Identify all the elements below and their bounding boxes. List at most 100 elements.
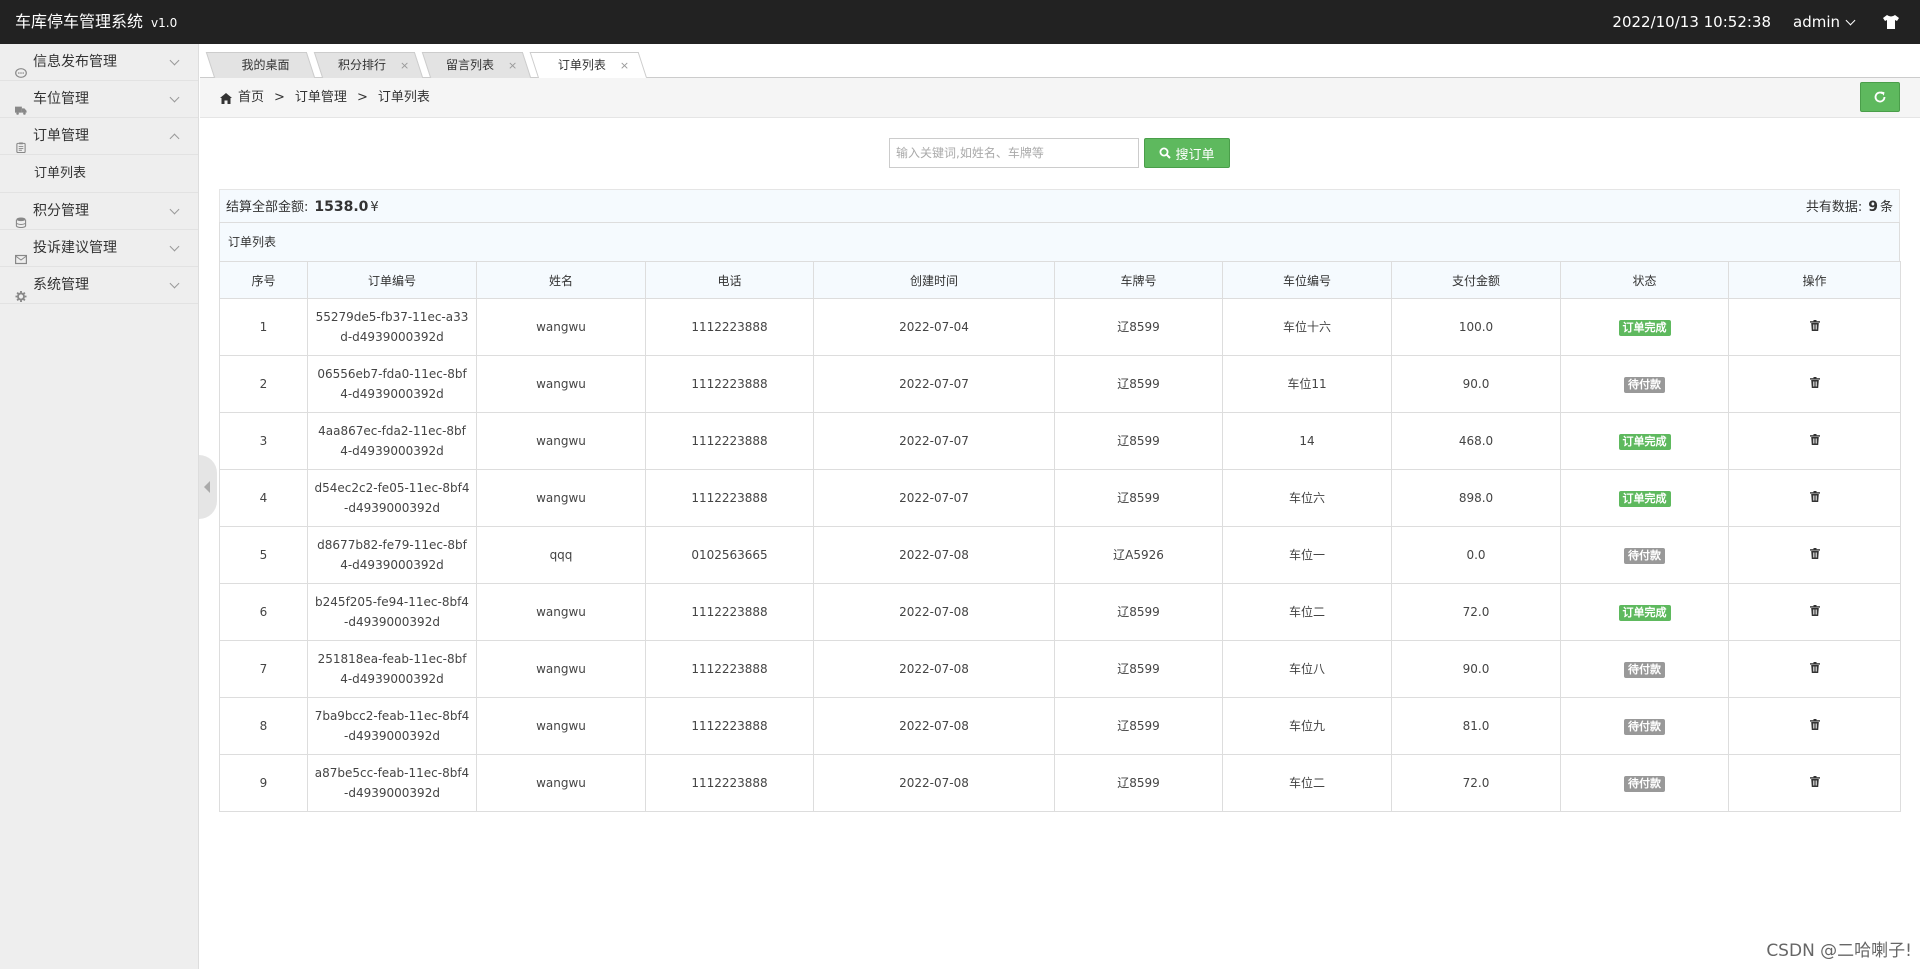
- column-header: 车位编号: [1222, 261, 1392, 299]
- search-orders-button[interactable]: 搜订单: [1144, 138, 1230, 168]
- created-time: 2022-07-07: [899, 434, 969, 448]
- refresh-icon: [1874, 91, 1886, 103]
- created-time: 2022-07-08: [899, 548, 969, 562]
- status-cell: 待付款: [1560, 355, 1729, 413]
- tab-points-rank[interactable]: 积分排行 ×: [313, 52, 424, 78]
- order-number: 7ba9bcc2-feab-11ec-8bf4-d4939000392d: [314, 709, 470, 743]
- created-time-cell: 2022-07-04: [813, 298, 1055, 356]
- space-number: 车位六: [1288, 491, 1325, 505]
- pay-amount: 72.0: [1462, 776, 1490, 790]
- sidebar-collapse-handle[interactable]: [199, 455, 217, 519]
- tab-messages[interactable]: 留言列表 ×: [421, 52, 532, 78]
- delete-button[interactable]: [1809, 548, 1820, 562]
- delete-button[interactable]: [1809, 776, 1820, 790]
- sidebar-item-orders[interactable]: 订单管理: [0, 118, 198, 155]
- delete-button[interactable]: [1809, 719, 1820, 733]
- refresh-button[interactable]: [1860, 82, 1900, 112]
- status-badge: 订单完成: [1618, 605, 1671, 621]
- trash-icon: [1809, 719, 1820, 730]
- top-header: 车库停车管理系统 v1.0 2022/10/13 10:52:38 admin: [0, 0, 1920, 44]
- tab-order-list[interactable]: 订单列表 ×: [529, 52, 648, 79]
- chevron-down-icon: [1845, 15, 1856, 25]
- delete-button[interactable]: [1809, 491, 1820, 505]
- envelope-icon: [15, 243, 28, 265]
- delete-button[interactable]: [1809, 605, 1820, 619]
- tab-inner: 我的桌面: [211, 53, 310, 77]
- phone: 1112223888: [691, 320, 768, 334]
- pay-amount-cell: 81.0: [1391, 697, 1561, 755]
- customer-name: wangwu: [536, 605, 586, 619]
- order-number: 251818ea-feab-11ec-8bf4-d4939000392d: [317, 652, 467, 686]
- breadcrumb-home[interactable]: 首页: [238, 78, 264, 118]
- plate-number-cell: 辽8599: [1054, 298, 1223, 356]
- delete-button[interactable]: [1809, 434, 1820, 448]
- status-cell: 待付款: [1560, 640, 1729, 698]
- table-header-row: 序号 订单编号 姓名 电话 创建时间 车牌号 车位编号 支付金额 状态 操作: [219, 261, 1901, 299]
- close-icon[interactable]: ×: [620, 59, 629, 72]
- close-icon[interactable]: ×: [508, 59, 517, 72]
- trash-icon: [1809, 548, 1820, 559]
- sidebar-item-points[interactable]: 积分管理: [0, 193, 198, 230]
- sidebar-subitem-order-list[interactable]: 订单列表: [0, 155, 198, 192]
- sidebar-item-news[interactable]: 信息发布管理: [0, 44, 198, 81]
- phone-cell: 1112223888: [645, 469, 814, 527]
- delete-button[interactable]: [1809, 662, 1820, 676]
- sidebar-item-label: 投诉建议管理: [33, 240, 117, 256]
- breadcrumb-separator: >: [274, 90, 285, 105]
- column-header: 操作: [1728, 261, 1901, 299]
- row-index-cell: 4: [219, 469, 308, 527]
- actions-cell: [1728, 526, 1901, 584]
- column-header: 姓名: [476, 261, 646, 299]
- search-input[interactable]: [889, 138, 1139, 168]
- breadcrumb-bar: 首页 > 订单管理 > 订单列表: [200, 78, 1920, 118]
- tab-label: 我的桌面: [241, 58, 290, 72]
- sidebar-item-parking[interactable]: 车位管理: [0, 81, 198, 118]
- currency-symbol: ¥: [370, 200, 379, 215]
- actions-cell: [1728, 355, 1901, 413]
- customer-name-cell: wangwu: [476, 412, 646, 470]
- breadcrumb-orders[interactable]: 订单管理: [295, 78, 347, 118]
- truck-icon: [15, 94, 27, 115]
- status-badge: 待付款: [1624, 776, 1665, 792]
- column-header: 支付金额: [1391, 261, 1561, 299]
- space-number: 车位十六: [1282, 320, 1331, 334]
- trash-icon: [1809, 377, 1820, 388]
- order-number-cell: 251818ea-feab-11ec-8bf4-d4939000392d: [307, 640, 477, 698]
- user-menu[interactable]: admin: [1793, 13, 1856, 31]
- created-time-cell: 2022-07-08: [813, 526, 1055, 584]
- row-index: 2: [259, 377, 268, 391]
- phone: 1112223888: [691, 719, 768, 733]
- close-icon[interactable]: ×: [400, 59, 409, 72]
- sidebar: 信息发布管理 车位管理 订单管理 订单列表 积分管理投诉建议管理系统管理: [0, 44, 199, 969]
- watermark: CSDN @二哈喇子!: [1766, 941, 1912, 961]
- created-time: 2022-07-08: [899, 662, 969, 676]
- status-cell: 订单完成: [1560, 412, 1729, 470]
- row-index-cell: 8: [219, 697, 308, 755]
- phone: 1112223888: [691, 776, 768, 790]
- sidebar-item-complaints[interactable]: 投诉建议管理: [0, 230, 198, 267]
- chevron-down-icon: [169, 241, 180, 252]
- created-time-cell: 2022-07-08: [813, 583, 1055, 641]
- delete-button[interactable]: [1809, 320, 1820, 334]
- status-cell: 订单完成: [1560, 583, 1729, 641]
- table-row: 9 a87be5cc-feab-11ec-8bf4-d4939000392d wan…: [219, 754, 1901, 812]
- plate-number-cell: 辽8599: [1054, 754, 1223, 812]
- sidebar-item-system[interactable]: 系统管理: [0, 267, 198, 304]
- actions-cell: [1728, 412, 1901, 470]
- order-number-cell: b245f205-fe94-11ec-8bf4-d4939000392d: [307, 583, 477, 641]
- column-header: 创建时间: [813, 261, 1055, 299]
- status-cell: 待付款: [1560, 754, 1729, 812]
- plate-number-cell: 辽A5926: [1054, 526, 1223, 584]
- tshirt-icon[interactable]: [1882, 14, 1900, 30]
- comment-icon: [15, 57, 27, 78]
- pay-amount: 0.0: [1466, 548, 1486, 562]
- table-row: 6 b245f205-fe94-11ec-8bf4-d4939000392d wan…: [219, 583, 1901, 641]
- chevron-down-icon: [169, 55, 180, 66]
- plate-number-cell: 辽8599: [1054, 412, 1223, 470]
- tab-desktop[interactable]: 我的桌面: [205, 52, 316, 78]
- delete-button[interactable]: [1809, 377, 1820, 391]
- customer-name: wangwu: [536, 662, 586, 676]
- search-row: 搜订单: [889, 138, 1230, 168]
- table-row: 7 251818ea-feab-11ec-8bf4-d4939000392d wan…: [219, 640, 1901, 698]
- customer-name-cell: wangwu: [476, 583, 646, 641]
